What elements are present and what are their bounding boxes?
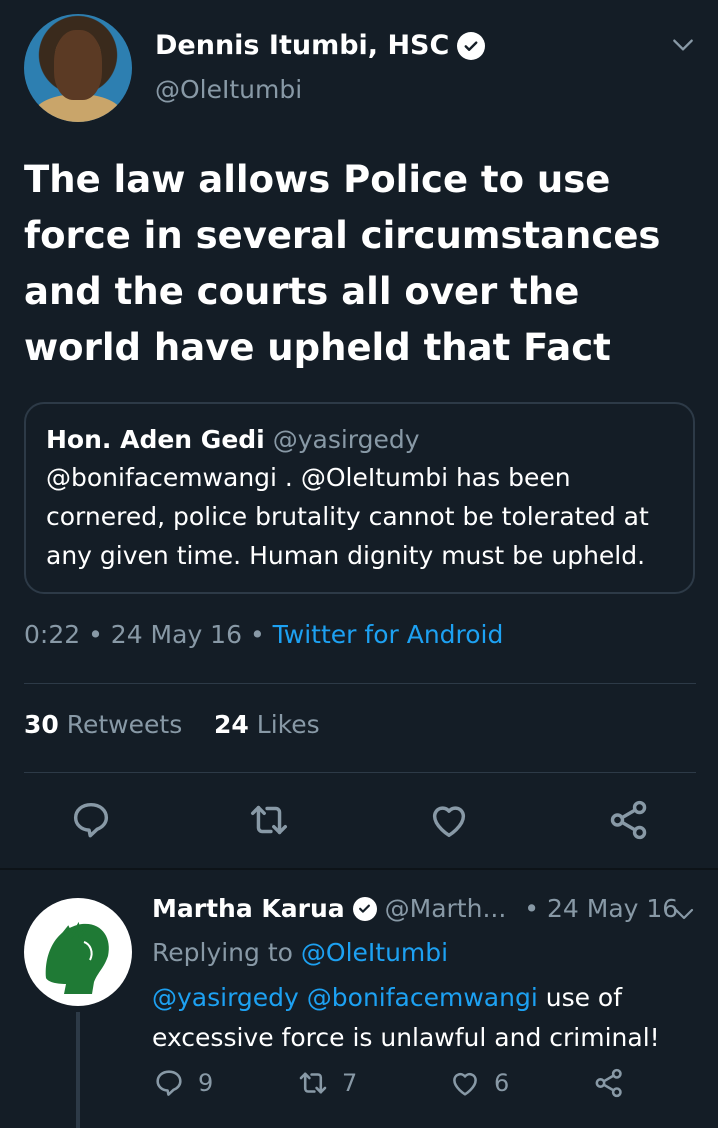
replying-prefix: Replying to — [152, 938, 293, 967]
retweets-stat[interactable]: 30 Retweets — [24, 710, 182, 739]
retweet-count: 7 — [342, 1069, 358, 1097]
reply-tweet[interactable]: Martha Karua @Marth... • 24 May 16 Reply… — [0, 872, 718, 1128]
likes-stat[interactable]: 24 Likes — [214, 710, 320, 739]
reply-icon[interactable] — [68, 797, 114, 843]
chevron-down-icon[interactable] — [670, 32, 696, 58]
tweet-date: 24 May 16 — [110, 620, 242, 649]
chevron-down-icon[interactable] — [672, 902, 696, 926]
divider — [24, 683, 696, 684]
reply-retweet-button[interactable]: 7 — [296, 1066, 357, 1100]
meta-separator: • — [88, 620, 103, 649]
like-icon[interactable] — [426, 797, 472, 843]
replying-to: Replying to @OleItumbi — [152, 938, 448, 967]
retweets-label: Retweets — [66, 710, 183, 739]
reply-count: 9 — [198, 1069, 214, 1097]
tweet-actions — [0, 795, 718, 851]
reply-icon — [156, 1070, 182, 1096]
like-icon — [453, 1072, 477, 1096]
main-tweet: Dennis Itumbi, HSC @OleItumbi The law al… — [0, 0, 718, 870]
tweet-time: 0:22 — [24, 620, 81, 649]
tweet-meta: 0:22 • 24 May 16 • Twitter for Android — [24, 620, 503, 649]
quoted-text: @bonifacemwangi . @OleItumbi has been co… — [46, 463, 649, 570]
retweet-icon[interactable] — [246, 797, 292, 843]
quoted-author-handle: @yasirgedy — [272, 425, 420, 454]
divider — [24, 772, 696, 773]
share-icon — [595, 1068, 622, 1098]
avatar[interactable] — [24, 14, 132, 122]
tweet-stats: 30 Retweets 24 Likes — [24, 710, 320, 739]
reply-like-button[interactable]: 6 — [448, 1066, 509, 1100]
author-name[interactable]: Dennis Itumbi, HSC — [155, 30, 449, 61]
reply-author-row: Martha Karua @Marth... • 24 May 16 — [152, 894, 678, 923]
verified-icon — [457, 31, 486, 60]
quoted-author-name: Hon. Aden Gedi — [46, 425, 265, 454]
reply-mentions[interactable]: @yasirgedy @bonifacemwangi — [152, 983, 538, 1012]
avatar[interactable] — [24, 898, 132, 1006]
reply-reply-button[interactable]: 9 — [152, 1066, 213, 1100]
tweet-source-link[interactable]: Twitter for Android — [273, 620, 504, 649]
verified-icon — [352, 896, 377, 921]
reply-date: • 24 May 16 — [524, 894, 679, 923]
share-icon[interactable] — [606, 797, 652, 843]
likes-label: Likes — [256, 710, 320, 739]
like-count: 6 — [494, 1069, 510, 1097]
quoted-tweet[interactable]: Hon. Aden Gedi @yasirgedy @bonifacemwang… — [24, 402, 695, 594]
likes-count: 24 — [214, 710, 249, 739]
quoted-author-row: Hon. Aden Gedi @yasirgedy — [46, 422, 673, 458]
thread-line — [76, 1012, 80, 1128]
reply-share-button[interactable] — [592, 1066, 626, 1100]
author-row[interactable]: Dennis Itumbi, HSC — [155, 30, 486, 61]
tweet-text: The law allows Police to use force in se… — [24, 158, 661, 369]
reply-text: @yasirgedy @bonifacemwangi use of excess… — [152, 978, 692, 1058]
author-handle[interactable]: @OleItumbi — [155, 75, 302, 104]
reply-author-name[interactable]: Martha Karua — [152, 894, 345, 923]
reply-author-handle[interactable]: @Marth... — [385, 894, 507, 923]
replying-to-link[interactable]: @OleItumbi — [301, 938, 448, 967]
retweet-icon — [299, 1072, 327, 1094]
retweets-count: 30 — [24, 710, 59, 739]
reply-actions: 9 7 6 — [152, 1066, 672, 1106]
meta-separator: • — [249, 620, 265, 649]
